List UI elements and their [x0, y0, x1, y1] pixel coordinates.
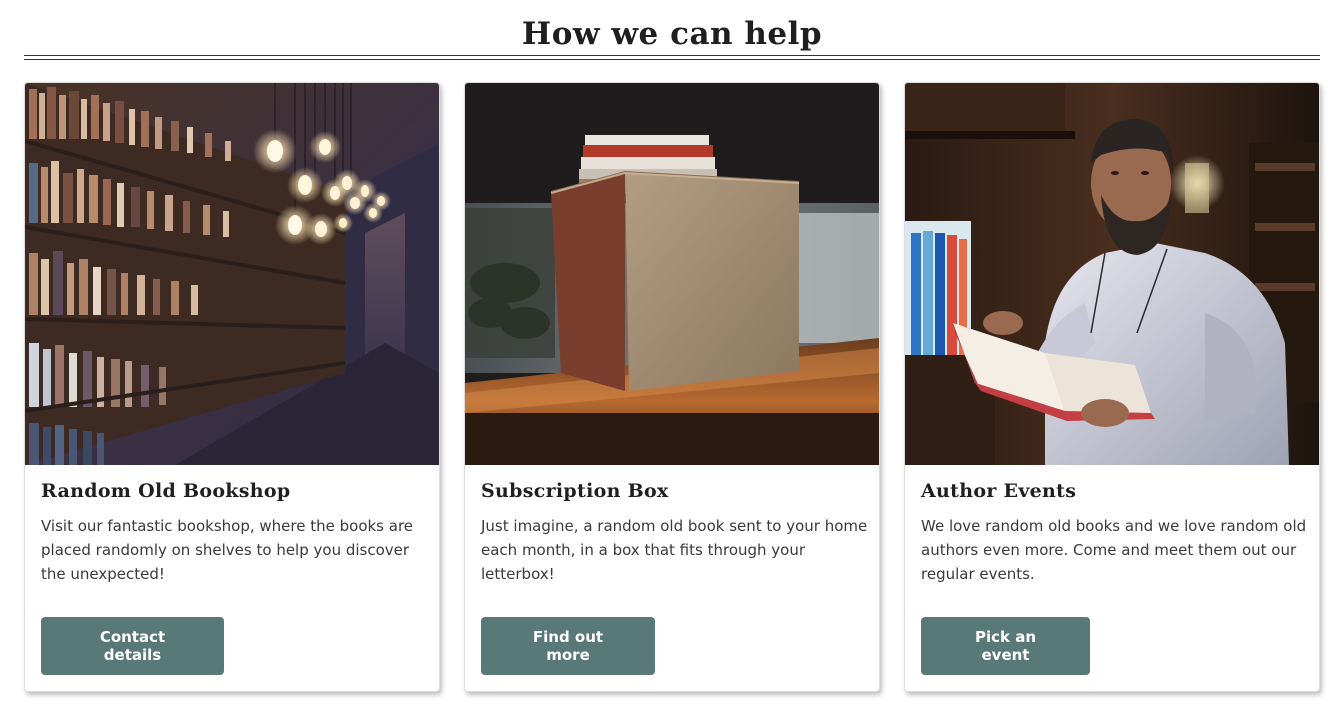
- pick-an-event-button[interactable]: Pick an event: [921, 617, 1090, 675]
- contact-details-button[interactable]: Contact details: [41, 617, 224, 675]
- card-subscription-box: Subscription Box Just imagine, a random …: [464, 82, 880, 692]
- find-out-more-button[interactable]: Find out more: [481, 617, 655, 675]
- card-author-events: Author Events We love random old books a…: [904, 82, 1320, 692]
- man-reading-book-photo: [905, 83, 1319, 465]
- cardboard-box-photo: [465, 83, 879, 465]
- section-title: How we can help: [521, 16, 823, 52]
- card-title: Author Events: [921, 480, 1077, 502]
- bookshop-shelves-photo: [25, 83, 439, 465]
- section-header: How we can help: [24, 14, 1320, 60]
- card-title: Random Old Bookshop: [41, 480, 291, 502]
- title-divider: [24, 55, 1320, 60]
- card-description: Just imagine, a random old book sent to …: [481, 517, 868, 583]
- card-bookshop: Random Old Bookshop Visit our fantastic …: [24, 82, 440, 692]
- cards-grid: Random Old Bookshop Visit our fantastic …: [24, 82, 1320, 692]
- card-description: We love random old books and we love ran…: [921, 517, 1307, 583]
- card-title: Subscription Box: [481, 480, 669, 502]
- card-description: Visit our fantastic bookshop, where the …: [41, 517, 414, 583]
